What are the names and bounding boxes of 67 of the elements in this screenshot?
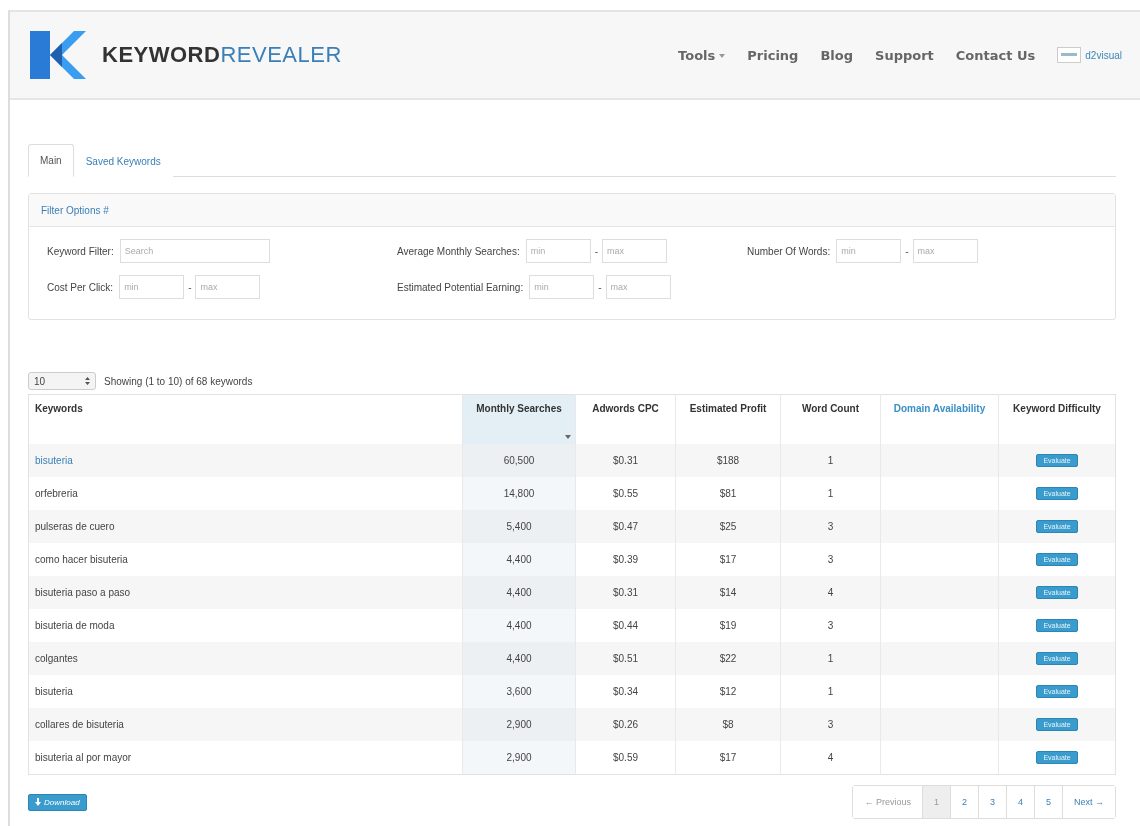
nav-link[interactable]: Pricing xyxy=(747,47,799,63)
sort-icon xyxy=(565,435,571,439)
table-cell: 2,900 xyxy=(462,741,576,775)
keyword-cell: bisuteria xyxy=(28,675,463,708)
panel-title: Filter Options # xyxy=(29,194,1115,227)
keyword-cell: como hacer bisuteria xyxy=(28,543,463,576)
table-cell: 3,600 xyxy=(462,675,576,708)
tab[interactable]: Main xyxy=(28,144,74,177)
page-link[interactable]: Next → xyxy=(1062,786,1115,818)
input-field[interactable]: max xyxy=(195,275,261,299)
keyword-cell: bisuteria de moda xyxy=(28,609,463,642)
nav-link[interactable]: Support xyxy=(875,47,934,63)
column-header[interactable]: Domain Availability xyxy=(880,394,999,444)
input-field[interactable]: min xyxy=(119,275,185,299)
user-menu[interactable]: d2visual xyxy=(1057,47,1122,63)
caret-icon xyxy=(719,54,726,58)
range-dash: - xyxy=(598,281,602,293)
field-label: Keyword Filter: xyxy=(47,245,114,257)
input-field[interactable]: max xyxy=(912,239,978,263)
download-button[interactable]: Download xyxy=(28,793,87,811)
column-header[interactable]: Word Count xyxy=(780,394,881,444)
table-cell: 5,400 xyxy=(462,510,576,543)
table-cell: 14,800 xyxy=(462,477,576,510)
nav-link[interactable]: Tools xyxy=(678,47,726,63)
field-label: Average Monthly Searches: xyxy=(397,245,520,257)
avatar-icon xyxy=(1057,47,1082,63)
column-header[interactable]: Keyword Difficulty xyxy=(998,394,1116,444)
table-cell: 2,900 xyxy=(462,708,576,741)
field-label: Cost Per Click: xyxy=(47,281,114,293)
table-cell: 4,400 xyxy=(462,576,576,609)
page-link[interactable]: 1 xyxy=(921,786,950,818)
download-icon xyxy=(35,798,41,806)
input-field[interactable]: min xyxy=(525,239,591,263)
keyword-cell: pulseras de cuero xyxy=(28,510,463,543)
table-cell: 60,500 xyxy=(462,444,576,477)
updown-icon xyxy=(85,377,90,385)
table-cell: $0.59 xyxy=(575,741,676,775)
keyword-cell: bisuteria paso a paso xyxy=(28,576,463,609)
keyword-cell[interactable]: bisuteria xyxy=(28,444,463,477)
input-field[interactable]: min xyxy=(529,275,595,299)
nav-link[interactable]: Contact Us xyxy=(955,47,1036,63)
keyword-cell: orfebreria xyxy=(28,477,463,510)
table-cell: $17 xyxy=(675,741,781,775)
page-size-select[interactable]: 10 xyxy=(28,372,96,390)
column-header[interactable]: Estimated Profit xyxy=(675,394,781,444)
field-label: Estimated Potential Earning: xyxy=(397,281,524,293)
input-field[interactable]: max xyxy=(605,275,671,299)
nav-link[interactable]: Blog xyxy=(820,47,854,63)
range-dash: - xyxy=(188,281,192,293)
input-field[interactable]: min xyxy=(836,239,902,263)
table-cell: 4 xyxy=(780,741,881,775)
field-label: Number Of Words: xyxy=(747,245,831,257)
input-field[interactable]: Search xyxy=(119,239,270,263)
column-header[interactable]: Keywords xyxy=(28,394,463,444)
table-cell: 4,400 xyxy=(462,609,576,642)
range-dash: - xyxy=(594,245,598,257)
range-dash: - xyxy=(905,245,909,257)
keyword-cell: colgantes xyxy=(28,642,463,675)
column-header[interactable]: Adwords CPC xyxy=(575,394,676,444)
keyword-cell: collares de bisuteria xyxy=(28,708,463,741)
brand-name: KEYWORDREVEALER xyxy=(102,42,342,68)
column-header[interactable]: Monthly Searches xyxy=(462,394,576,444)
keyword-cell: bisuteria al por mayor xyxy=(28,741,463,775)
results-count: Showing (1 to 10) of 68 keywords xyxy=(104,375,253,387)
input-field[interactable]: max xyxy=(602,239,667,263)
table-cell: 4,400 xyxy=(462,642,576,675)
table-cell: 4,400 xyxy=(462,543,576,576)
